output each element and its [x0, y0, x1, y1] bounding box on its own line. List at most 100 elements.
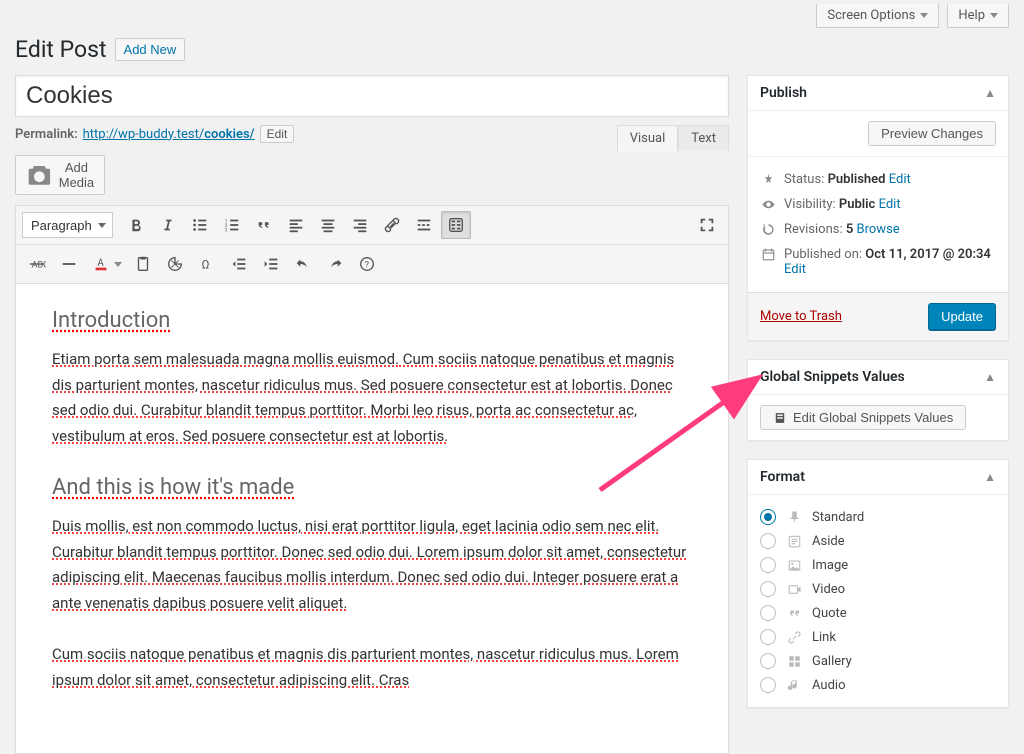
aside-icon	[786, 534, 802, 549]
format-option-video[interactable]: Video	[760, 577, 996, 601]
bold-button[interactable]	[121, 211, 151, 239]
format-option-audio[interactable]: Audio	[760, 673, 996, 697]
radio-link[interactable]	[760, 629, 776, 645]
strikethrough-button[interactable]: ABC	[22, 250, 52, 278]
svg-text:3: 3	[225, 227, 228, 233]
permalink-link[interactable]: http://wp-buddy.test/cookies/	[83, 127, 255, 142]
horizontal-rule-button[interactable]	[54, 250, 84, 278]
undo-button[interactable]	[288, 250, 318, 278]
chevron-down-icon	[114, 262, 122, 267]
radio-image[interactable]	[760, 557, 776, 573]
blockquote-button[interactable]	[249, 211, 279, 239]
paste-text-button[interactable]	[128, 250, 158, 278]
move-to-trash-link[interactable]: Move to Trash	[760, 309, 842, 324]
camera-icon	[26, 162, 53, 189]
outdent-button[interactable]	[224, 250, 254, 278]
chevron-up-icon: ▲	[984, 470, 996, 484]
numbered-list-button[interactable]: 123	[217, 211, 247, 239]
image-icon	[786, 558, 802, 573]
tab-text[interactable]: Text	[678, 125, 729, 151]
link-button[interactable]	[377, 211, 407, 239]
visibility-edit-link[interactable]: Edit	[879, 197, 901, 212]
snippets-panel: Global Snippets Values ▲ Edit Global Sni…	[747, 359, 1009, 441]
svg-text:?: ?	[365, 261, 369, 271]
permalink-edit-button[interactable]: Edit	[260, 125, 295, 143]
read-more-button[interactable]	[409, 211, 439, 239]
calendar-icon	[760, 247, 776, 262]
snippets-panel-header[interactable]: Global Snippets Values ▲	[748, 360, 1008, 395]
status-line: Status: Published Edit	[760, 167, 996, 192]
format-panel-header[interactable]: Format ▲	[748, 460, 1008, 495]
content-paragraph-3: Cum sociis natoque penatibus et magnis d…	[52, 642, 692, 693]
pin-icon	[786, 510, 802, 525]
link-icon	[786, 630, 802, 645]
post-title-input[interactable]	[15, 75, 729, 117]
redo-button[interactable]	[320, 250, 350, 278]
radio-aside[interactable]	[760, 533, 776, 549]
publish-panel: Publish ▲ Preview Changes Status: Publis…	[747, 75, 1009, 341]
clear-formatting-button[interactable]	[160, 250, 190, 278]
add-media-button[interactable]: Add Media	[15, 155, 105, 195]
format-panel: Format ▲ Standard Aside Image	[747, 459, 1009, 708]
published-on-edit-link[interactable]: Edit	[784, 262, 806, 277]
permalink-label: Permalink:	[15, 127, 78, 142]
quote-icon	[786, 606, 802, 621]
published-on-line: Published on: Oct 11, 2017 @ 20:34Edit	[760, 242, 996, 282]
chevron-up-icon: ▲	[984, 370, 996, 384]
format-option-aside[interactable]: Aside	[760, 529, 996, 553]
align-left-button[interactable]	[281, 211, 311, 239]
format-option-gallery[interactable]: Gallery	[760, 649, 996, 673]
svg-text:Ω: Ω	[202, 258, 210, 272]
publish-panel-header[interactable]: Publish ▲	[748, 76, 1008, 111]
screen-options-label: Screen Options	[827, 8, 915, 23]
indent-button[interactable]	[256, 250, 286, 278]
radio-quote[interactable]	[760, 605, 776, 621]
format-select[interactable]: Paragraph	[22, 212, 113, 238]
radio-standard[interactable]	[760, 509, 776, 525]
revisions-line: Revisions: 5 Browse	[760, 217, 996, 242]
content-heading-1: Introduction	[52, 308, 170, 333]
radio-video[interactable]	[760, 581, 776, 597]
status-edit-link[interactable]: Edit	[889, 172, 911, 187]
keyboard-help-button[interactable]: ?	[352, 250, 382, 278]
help-button[interactable]: Help	[947, 4, 1009, 28]
screen-options-button[interactable]: Screen Options	[816, 4, 939, 28]
radio-audio[interactable]	[760, 677, 776, 693]
special-char-button[interactable]: Ω	[192, 250, 222, 278]
edit-snippets-button[interactable]: Edit Global Snippets Values	[760, 405, 966, 430]
audio-icon	[786, 678, 802, 693]
update-button[interactable]: Update	[928, 303, 996, 330]
content-paragraph-2: Duis mollis, est non commodo luctus, nis…	[52, 514, 692, 616]
text-color-button[interactable]: A	[86, 250, 116, 278]
format-option-quote[interactable]: Quote	[760, 601, 996, 625]
page-title: Edit Post	[15, 36, 107, 63]
format-option-image[interactable]: Image	[760, 553, 996, 577]
toolbar-toggle-button[interactable]	[441, 211, 471, 239]
svg-text:ABC: ABC	[32, 261, 46, 271]
italic-button[interactable]	[153, 211, 183, 239]
publish-title: Publish	[760, 85, 807, 101]
fullscreen-button[interactable]	[692, 211, 722, 239]
bulleted-list-button[interactable]	[185, 211, 215, 239]
chevron-down-icon	[990, 13, 998, 18]
align-right-button[interactable]	[345, 211, 375, 239]
svg-text:A: A	[97, 258, 104, 269]
add-new-button[interactable]: Add New	[115, 38, 186, 61]
chevron-down-icon	[920, 13, 928, 18]
pin-icon	[760, 172, 776, 187]
help-label: Help	[958, 8, 985, 23]
align-center-button[interactable]	[313, 211, 343, 239]
editor-content[interactable]: Introduction Etiam porta sem malesuada m…	[15, 284, 729, 754]
revisions-browse-link[interactable]: Browse	[857, 222, 900, 237]
preview-changes-button[interactable]: Preview Changes	[868, 121, 996, 146]
video-icon	[786, 582, 802, 597]
tab-visual[interactable]: Visual	[617, 125, 679, 152]
snippets-title: Global Snippets Values	[760, 369, 905, 385]
format-option-standard[interactable]: Standard	[760, 505, 996, 529]
gallery-icon	[786, 654, 802, 669]
radio-gallery[interactable]	[760, 653, 776, 669]
format-option-link[interactable]: Link	[760, 625, 996, 649]
content-paragraph-1: Etiam porta sem malesuada magna mollis e…	[52, 347, 692, 449]
format-title: Format	[760, 469, 805, 485]
revisions-icon	[760, 222, 776, 237]
